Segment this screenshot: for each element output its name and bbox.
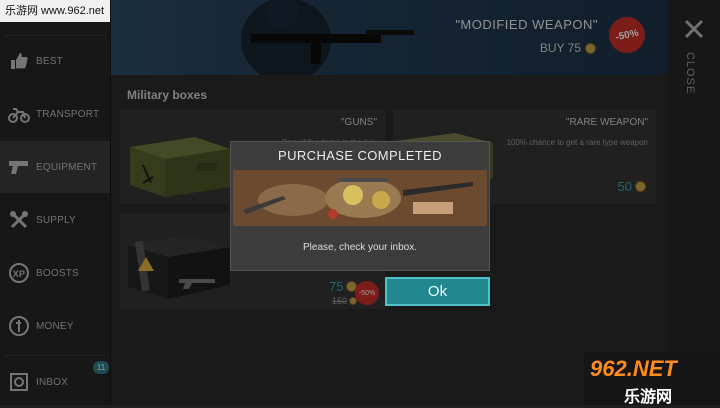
card-description: 100% chance to get a rare type weapon xyxy=(506,138,648,147)
dialog-title: PURCHASE COMPLETED xyxy=(278,148,442,163)
watermark-top: 乐游网 www.962.net xyxy=(0,0,110,22)
sidebar-item-label: TRANSPORT xyxy=(36,108,100,120)
discount-badge: -50% xyxy=(355,281,379,305)
tools-icon xyxy=(8,209,30,231)
svg-text:XP: XP xyxy=(13,269,25,279)
motorcycle-icon xyxy=(8,103,30,125)
card-title: "GUNS" xyxy=(341,117,377,128)
sidebar-item-transport[interactable]: TRANSPORT xyxy=(0,88,110,140)
close-panel: CLOSE xyxy=(668,0,720,405)
card-price[interactable]: 50 xyxy=(618,179,646,194)
old-price-value: 150 xyxy=(332,296,348,306)
purchase-dialog: PURCHASE COMPLETED Please, check your in… xyxy=(230,141,490,271)
inbox-icon xyxy=(8,371,30,393)
inbox-count-badge: 11 xyxy=(93,361,109,374)
watermark-bottom: 962.NET 乐游网 xyxy=(584,352,720,406)
category-sidebar: 乐游网 www.962.net BEST TRANSPORT EQUIPMENT… xyxy=(0,0,111,405)
green-crate-image xyxy=(130,137,230,197)
sidebar-item-label: BEST xyxy=(36,55,63,67)
close-icon[interactable] xyxy=(683,18,705,40)
old-price: 150 xyxy=(332,296,358,306)
offer-price[interactable]: BUY 75 xyxy=(540,41,596,55)
watermark-name: 乐游网 xyxy=(624,389,673,406)
sidebar-item-best[interactable]: BEST xyxy=(0,35,110,87)
price-value: 75 xyxy=(329,279,344,294)
coin-icon xyxy=(585,42,596,54)
dialog-message: Please, check your inbox. xyxy=(303,242,417,253)
sidebar-item-money[interactable]: MONEY xyxy=(0,300,110,352)
section-title: Military boxes xyxy=(127,88,208,102)
sidebar-item-label: EQUIPMENT xyxy=(36,161,98,173)
sidebar-item-label: INBOX xyxy=(36,376,69,388)
pistol-icon xyxy=(8,156,30,178)
coin-icon xyxy=(8,315,30,337)
price-value: 50 xyxy=(617,179,632,194)
sidebar-item-label: BOOSTS xyxy=(36,267,79,279)
sidebar-item-supply[interactable]: SUPPLY xyxy=(0,194,110,246)
loot-image xyxy=(233,170,487,226)
sidebar-item-boosts[interactable]: XP BOOSTS xyxy=(0,247,110,299)
close-label[interactable]: CLOSE xyxy=(684,52,696,94)
sidebar-item-label: SUPPLY xyxy=(36,214,76,226)
sidebar-item-label: MONEY xyxy=(36,320,74,332)
offer-title: "MODIFIED WEAPON" xyxy=(455,17,598,32)
sidebar-item-equipment[interactable]: EQUIPMENT xyxy=(0,141,110,193)
watermark-brand: 962.NET xyxy=(590,356,677,381)
offer-price-label: BUY 75 xyxy=(539,41,581,55)
ok-button[interactable]: Ok xyxy=(385,277,490,306)
black-crate-image xyxy=(128,235,230,299)
card-price[interactable]: 75 xyxy=(329,279,358,294)
soldier-illustration xyxy=(241,0,414,75)
xp-boost-icon: XP xyxy=(8,262,30,284)
featured-offer-banner[interactable]: "MODIFIED WEAPON" BUY 75 -50% xyxy=(111,0,668,75)
coin-icon xyxy=(635,181,646,192)
thumbs-up-icon xyxy=(8,50,30,72)
card-title: "RARE WEAPON" xyxy=(565,117,648,128)
